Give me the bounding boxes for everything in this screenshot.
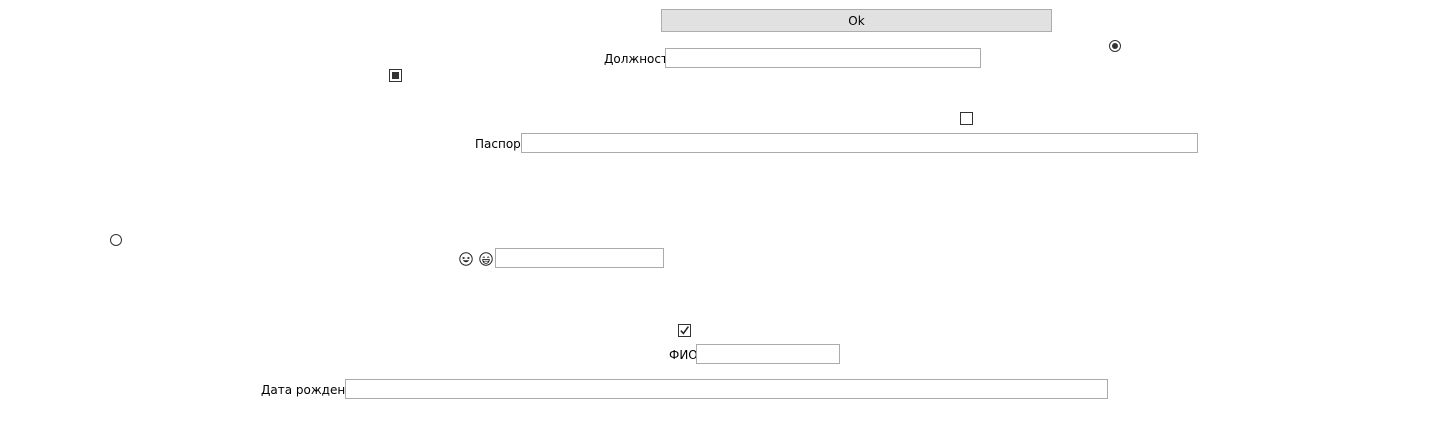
checkmark-icon [680,326,690,335]
grinning-face-icon [479,252,493,266]
emoji-input[interactable] [495,248,664,268]
radio-left[interactable] [110,234,122,246]
fio-input[interactable] [696,344,840,364]
radio-selected-dot [1112,43,1118,49]
position-input[interactable] [665,48,981,68]
checkbox-unchecked[interactable] [960,112,973,125]
fio-label: ФИО [669,348,698,362]
birthdate-input[interactable] [345,379,1108,399]
passport-label: Паспорт [475,137,528,151]
checkbox-indeterminate[interactable] [389,69,402,82]
laughing-face-icon [459,252,473,266]
radio-top-right[interactable] [1109,40,1121,52]
ok-button[interactable]: Ok [661,9,1052,32]
checkbox-checked[interactable] [678,324,691,337]
passport-input[interactable] [521,133,1198,153]
indeterminate-mark [392,72,399,79]
